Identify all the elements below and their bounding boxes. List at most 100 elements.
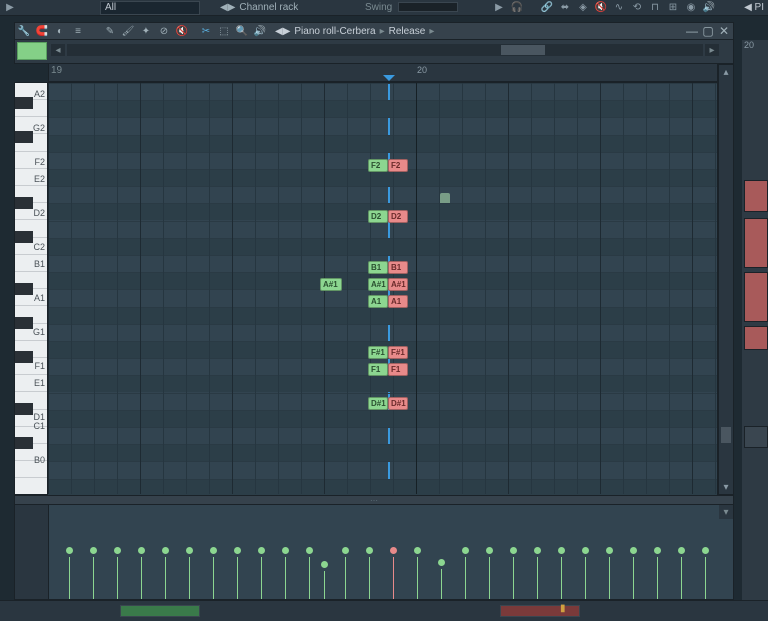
velocity-divider[interactable]: ⋯ xyxy=(14,495,734,505)
close-button[interactable]: ✕ xyxy=(717,24,731,38)
velocity-handle[interactable] xyxy=(186,547,193,554)
clip-segment[interactable] xyxy=(120,605,200,617)
maximize-button[interactable]: ▢ xyxy=(701,24,715,38)
midi-note[interactable]: F2 xyxy=(368,159,388,172)
velocity-bar[interactable] xyxy=(237,557,238,599)
swing-slider[interactable] xyxy=(398,2,458,12)
spray-icon[interactable]: ✦ xyxy=(138,23,154,39)
black-key[interactable] xyxy=(15,317,33,329)
velocity-handle[interactable] xyxy=(486,547,493,554)
scroll-down-button[interactable]: ▾ xyxy=(719,480,733,494)
select-icon[interactable]: ⬚ xyxy=(216,23,232,39)
midi-note[interactable]: A1 xyxy=(388,295,408,308)
black-key[interactable] xyxy=(15,437,33,449)
velocity-bar[interactable] xyxy=(285,557,286,599)
midi-note[interactable]: F2 xyxy=(388,159,408,172)
velocity-handle[interactable] xyxy=(366,547,373,554)
link-icon[interactable]: 🔗 xyxy=(539,0,555,14)
midi-note[interactable]: A#1 xyxy=(388,278,408,291)
mute-icon[interactable]: ⊘ xyxy=(156,23,172,39)
midi-note[interactable]: F#1 xyxy=(368,346,388,359)
velocity-handle[interactable] xyxy=(321,561,328,568)
piano-keys[interactable]: A2G2F2E2D2C2B1A1G1F1E1D1C1B0 xyxy=(14,82,48,495)
clip-segment[interactable] xyxy=(500,605,580,617)
velocity-bar[interactable] xyxy=(441,569,442,599)
midi-note[interactable]: A1 xyxy=(368,295,388,308)
velocity-menu-button[interactable]: ▾ xyxy=(719,505,733,519)
minimize-button[interactable]: — xyxy=(685,24,699,38)
velocity-handle[interactable] xyxy=(534,547,541,554)
hscroll-track[interactable] xyxy=(67,44,703,56)
midi-note[interactable]: F1 xyxy=(368,363,388,376)
velocity-handle[interactable] xyxy=(510,547,517,554)
midi-note[interactable]: A#1 xyxy=(320,278,342,291)
velocity-handle[interactable] xyxy=(306,547,313,554)
velocity-bar[interactable] xyxy=(141,557,142,599)
menu-icon[interactable]: ≡ xyxy=(70,23,86,39)
track-prev-icon[interactable]: ◀▶ xyxy=(275,26,290,37)
note-preview[interactable] xyxy=(17,42,47,60)
velocity-handle[interactable] xyxy=(606,547,613,554)
white-key[interactable] xyxy=(15,479,47,496)
step-icon[interactable]: ⊞ xyxy=(665,0,681,14)
velocity-handle[interactable] xyxy=(162,547,169,554)
black-key[interactable] xyxy=(15,403,33,415)
wave-icon[interactable]: ∿ xyxy=(611,0,627,14)
clip-preview[interactable] xyxy=(744,426,768,448)
velocity-bar[interactable] xyxy=(324,571,325,599)
velocity-bar[interactable] xyxy=(561,557,562,599)
velocity-bar[interactable] xyxy=(345,557,346,599)
velocity-bar[interactable] xyxy=(261,557,262,599)
velocity-bar[interactable] xyxy=(489,557,490,599)
midi-note[interactable]: B1 xyxy=(368,261,388,274)
velocity-bar[interactable] xyxy=(537,557,538,599)
hscroll-thumb[interactable] xyxy=(501,45,545,55)
clip-preview[interactable] xyxy=(744,272,768,322)
speaker-icon[interactable]: 🔇 xyxy=(174,23,190,39)
velocity-bar[interactable] xyxy=(609,557,610,599)
brush-icon[interactable]: 🖌 xyxy=(120,23,136,39)
velocity-pane[interactable]: ▾ xyxy=(14,505,734,600)
velocity-handle[interactable] xyxy=(438,559,445,566)
midi-note[interactable]: A#1 xyxy=(368,278,388,291)
stamp-icon[interactable]: ✎ xyxy=(102,23,118,39)
pattern-selector[interactable]: All xyxy=(100,1,200,15)
vscroll-thumb[interactable] xyxy=(721,427,731,443)
midi-note[interactable]: D#1 xyxy=(368,397,388,410)
scroll-right-button[interactable]: ▸ xyxy=(705,44,719,56)
midi-note[interactable]: D2 xyxy=(388,210,408,223)
record-icon[interactable]: ◉ xyxy=(683,0,699,14)
velocity-bar[interactable] xyxy=(585,557,586,599)
velocity-handle[interactable] xyxy=(234,547,241,554)
velocity-handle[interactable] xyxy=(210,547,217,554)
velocity-handle[interactable] xyxy=(66,547,73,554)
velocity-handle[interactable] xyxy=(114,547,121,554)
volume-icon[interactable]: 🔊 xyxy=(701,0,717,14)
velocity-handle[interactable] xyxy=(390,547,397,554)
black-key[interactable] xyxy=(15,231,33,243)
midi-note[interactable]: F1 xyxy=(388,363,408,376)
scroll-left-button[interactable]: ◂ xyxy=(51,44,65,56)
velocity-handle[interactable] xyxy=(582,547,589,554)
velocity-handle[interactable] xyxy=(414,547,421,554)
velocity-handle[interactable] xyxy=(90,547,97,554)
scroll-icon[interactable]: ⬌ xyxy=(557,0,573,14)
velocity-bar[interactable] xyxy=(189,557,190,599)
velocity-bar[interactable] xyxy=(213,557,214,599)
velocity-area[interactable] xyxy=(49,505,719,599)
velocity-bar[interactable] xyxy=(705,557,706,599)
velocity-handle[interactable] xyxy=(702,547,709,554)
clip-preview[interactable] xyxy=(744,218,768,268)
midi-note[interactable]: F#1 xyxy=(388,346,408,359)
black-key[interactable] xyxy=(15,131,33,143)
snap-icon[interactable]: ◐ xyxy=(52,23,68,39)
loop-icon[interactable]: ⊓ xyxy=(647,0,663,14)
velocity-handle[interactable] xyxy=(630,547,637,554)
channel-rack-button[interactable]: ◀▶ Channel rack xyxy=(220,1,350,15)
wrench-icon[interactable]: 🔧 xyxy=(16,23,32,39)
zoom-icon[interactable]: 🔍 xyxy=(234,23,250,39)
midi-note[interactable]: B1 xyxy=(388,261,408,274)
velocity-bar[interactable] xyxy=(69,557,70,599)
black-key[interactable] xyxy=(15,351,33,363)
clip-preview[interactable] xyxy=(744,326,768,350)
